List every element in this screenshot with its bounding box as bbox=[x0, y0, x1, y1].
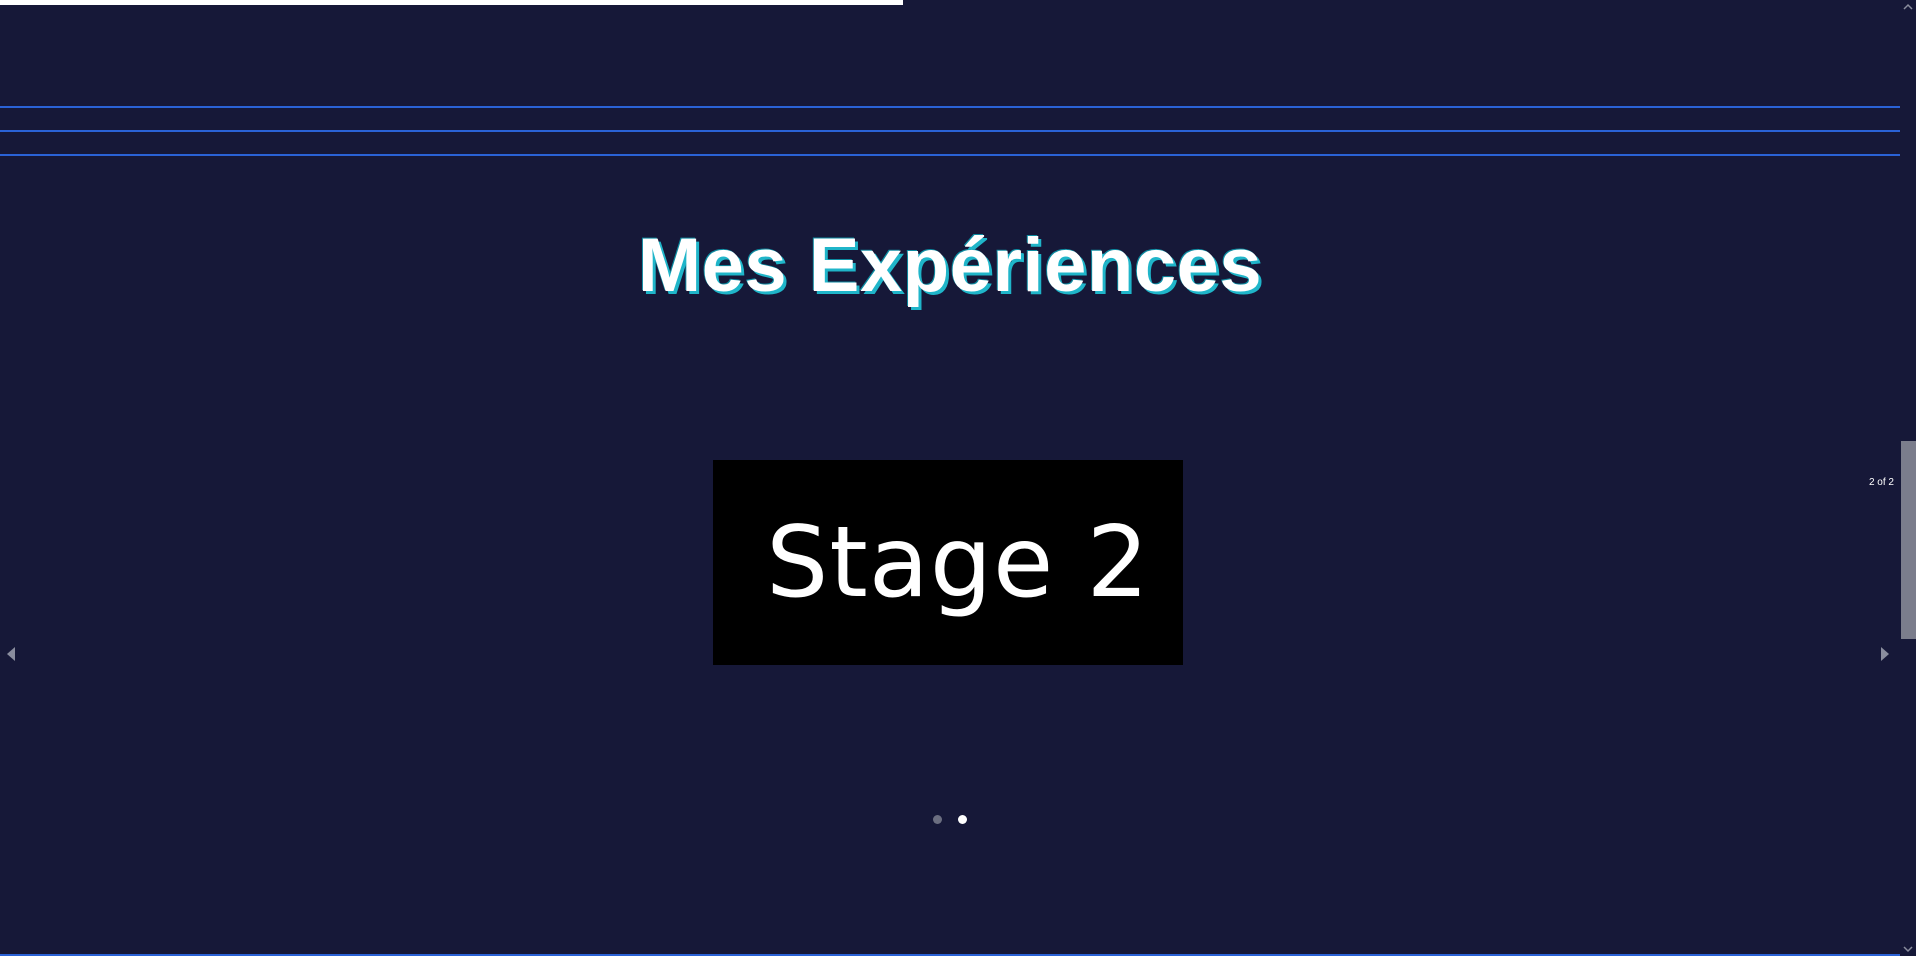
reading-progress-bar bbox=[0, 0, 1900, 5]
slide-image: Stage 2 bbox=[713, 460, 1183, 665]
page: Mes Expériences Stage 2 2 of 2 bbox=[0, 0, 1916, 956]
page-title: Mes Expériences bbox=[637, 223, 1263, 308]
slide-pagination bbox=[0, 815, 1900, 824]
slide-image-label: Stage 2 bbox=[766, 505, 1150, 620]
reading-progress-fill bbox=[0, 0, 903, 5]
slide-counter: 2 of 2 bbox=[1868, 477, 1894, 488]
next-slide-button[interactable] bbox=[1878, 645, 1892, 663]
vertical-scrollbar[interactable] bbox=[1900, 0, 1916, 956]
triangle-right-icon bbox=[1881, 647, 1889, 661]
chevron-down-icon bbox=[1903, 946, 1913, 953]
pagination-dot-2[interactable] bbox=[958, 815, 967, 824]
previous-slide-button[interactable] bbox=[4, 645, 18, 663]
chevron-up-icon bbox=[1903, 3, 1913, 10]
scroll-up-button[interactable] bbox=[1900, 0, 1916, 14]
scrollbar-thumb[interactable] bbox=[1901, 441, 1916, 639]
decorative-line bbox=[0, 154, 1900, 156]
triangle-left-icon bbox=[7, 647, 15, 661]
scroll-down-button[interactable] bbox=[1900, 942, 1916, 956]
decorative-line bbox=[0, 130, 1900, 132]
pagination-dot-1[interactable] bbox=[933, 815, 942, 824]
decorative-line bbox=[0, 106, 1900, 108]
